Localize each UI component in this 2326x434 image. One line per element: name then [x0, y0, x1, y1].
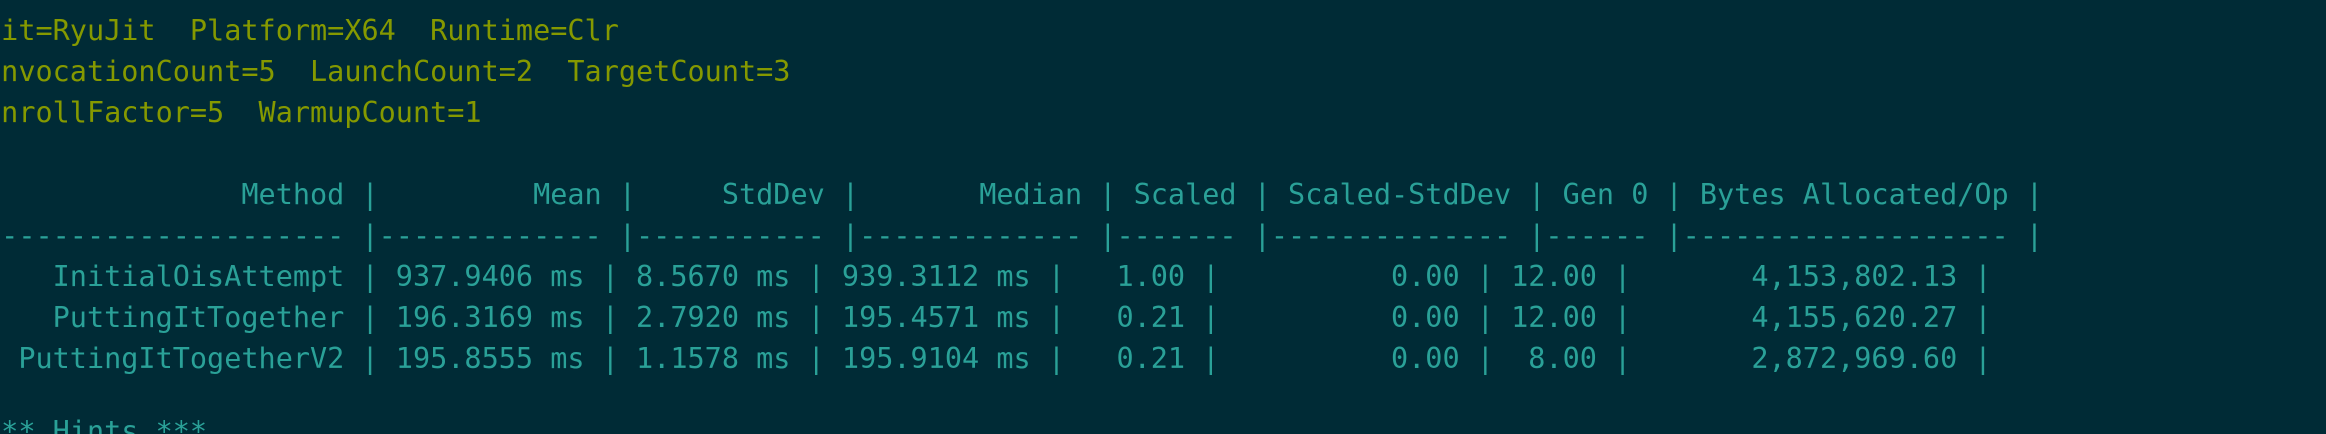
config-line-jit: Jit=RyuJit Platform=X64 Runtime=Clr [0, 14, 619, 47]
table-separator: --------------------- |------------- |--… [0, 219, 2044, 252]
hints-heading: *** Hints *** [0, 415, 208, 434]
config-line-unroll: UnrollFactor=5 WarmupCount=1 [0, 96, 482, 129]
table-row: PuttingItTogether | 196.3169 ms | 2.7920… [0, 301, 1992, 334]
table-row: InitialOisAttempt | 937.9406 ms | 8.5670… [0, 260, 1992, 293]
config-line-counts: InvocationCount=5 LaunchCount=2 TargetCo… [0, 55, 791, 88]
table-header: Method | Mean | StdDev | Median | Scaled… [0, 178, 2044, 211]
table-row: PuttingItTogetherV2 | 195.8555 ms | 1.15… [0, 342, 1992, 375]
terminal-window: Jit=RyuJit Platform=X64 Runtime=Clr Invo… [0, 0, 2326, 434]
